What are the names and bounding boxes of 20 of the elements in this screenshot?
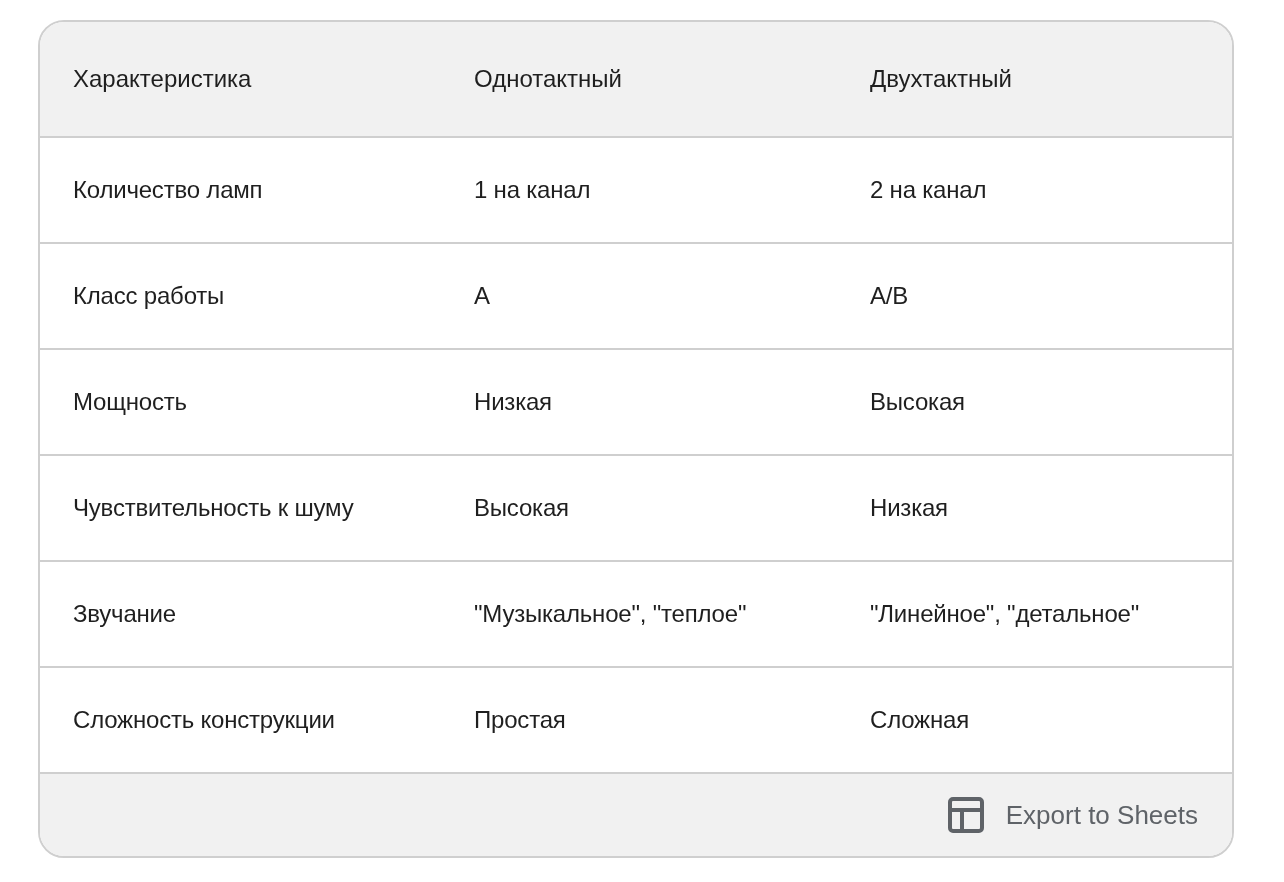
table-icon	[947, 797, 984, 833]
table-cell: Класс работы	[40, 244, 441, 350]
table-cell: 2 на канал	[837, 138, 1232, 244]
table-cell: Высокая	[837, 350, 1232, 456]
table-cell: Низкая	[837, 456, 1232, 562]
table-cell: "Линейное", "детальное"	[837, 562, 1232, 668]
table-cell: Чувствительность к шуму	[40, 456, 441, 562]
table-cell: Высокая	[441, 456, 837, 562]
table-cell: 1 на канал	[441, 138, 837, 244]
export-button[interactable]: Export to Sheets	[943, 793, 1202, 837]
table-cell: Количество ламп	[40, 138, 441, 244]
table-cell: "Музыкальное", "теплое"	[441, 562, 837, 668]
table-cell: A/B	[837, 244, 1232, 350]
table-cell: A	[441, 244, 837, 350]
table-cell: Мощность	[40, 350, 441, 456]
column-header: Однотактный	[441, 22, 837, 138]
column-header: Двухтактный	[837, 22, 1232, 138]
column-header: Характеристика	[40, 22, 441, 138]
table-cell: Низкая	[441, 350, 837, 456]
table-cell: Звучание	[40, 562, 441, 668]
